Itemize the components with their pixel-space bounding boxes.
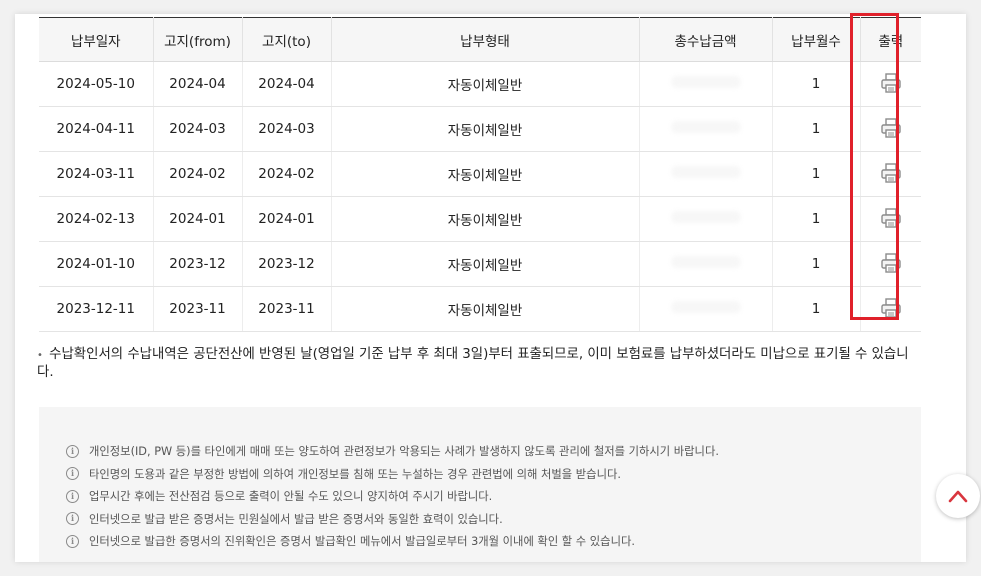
printer-icon	[880, 207, 902, 229]
cell-notice-to: 2024-04	[242, 61, 332, 107]
cell-notice-from: 2024-04	[153, 61, 243, 107]
info-circle-icon: i	[66, 444, 79, 458]
cell-notice-to: 2024-03	[242, 106, 332, 152]
printer-icon	[880, 72, 902, 94]
masked-amount	[670, 256, 741, 268]
cell-payment-date: 2024-02-13	[39, 196, 154, 242]
cell-total-amount	[639, 106, 773, 152]
cell-payment-type: 자동이체일반	[331, 151, 640, 197]
print-button[interactable]	[878, 115, 904, 141]
cell-notice-to: 2024-02	[242, 151, 332, 197]
cell-payment-type: 자동이체일반	[331, 61, 640, 107]
cell-payment-date: 2024-01-10	[39, 241, 154, 287]
cell-notice-to: 2024-01	[242, 196, 332, 242]
masked-amount	[670, 211, 741, 223]
info-item-text: 업무시간 후에는 전산점검 등으로 출력이 안될 수도 있으니 양지하여 주시기…	[89, 490, 493, 504]
cell-notice-from: 2024-02	[153, 151, 243, 197]
cell-print	[860, 241, 921, 287]
notice-text: • 수납확인서의 수납내역은 공단전산에 반영된 날(영업일 기준 납부 후 최…	[37, 346, 925, 381]
table-row: 2024-04-11 2024-03 2024-03 자동이체일반 1	[39, 106, 921, 152]
info-item: i 인터넷으로 발급 받은 증명서는 민원실에서 발급 받은 증명서와 동일한 효…	[66, 508, 719, 531]
printer-icon	[880, 252, 902, 274]
cell-payment-date: 2023-12-11	[39, 286, 154, 332]
cell-payment-type: 자동이체일반	[331, 241, 640, 287]
cell-notice-from: 2023-11	[153, 286, 243, 332]
masked-amount	[670, 121, 741, 133]
payment-history-table: 납부일자 고지(from) 고지(to) 납부형태 총수납금액 납부월수 출력 …	[39, 17, 921, 332]
cell-notice-from: 2024-01	[153, 196, 243, 242]
printer-icon	[880, 117, 902, 139]
printer-icon	[880, 162, 902, 184]
table-row: 2023-12-11 2023-11 2023-11 자동이체일반 1	[39, 286, 921, 332]
print-button[interactable]	[878, 160, 904, 186]
print-button[interactable]	[878, 205, 904, 231]
info-circle-icon: i	[66, 534, 79, 548]
table-row: 2024-05-10 2024-04 2024-04 자동이체일반 1	[39, 61, 921, 107]
info-item-text: 개인정보(ID, PW 등)를 타인에게 매매 또는 양도하여 관련정보가 악용…	[89, 445, 719, 459]
cell-payment-type: 자동이체일반	[331, 106, 640, 152]
header-total-amount: 총수납금액	[639, 17, 773, 62]
notice-bullet: •	[37, 350, 43, 361]
info-box: i 개인정보(ID, PW 등)를 타인에게 매매 또는 양도하여 관련정보가 악…	[39, 407, 921, 562]
cell-notice-to: 2023-11	[242, 286, 332, 332]
info-circle-icon: i	[66, 489, 79, 503]
cell-total-amount	[639, 241, 773, 287]
printer-icon	[880, 297, 902, 319]
cell-months: 1	[772, 106, 861, 152]
scroll-top-button[interactable]	[936, 474, 980, 518]
table-header-row: 납부일자 고지(from) 고지(to) 납부형태 총수납금액 납부월수 출력	[39, 17, 921, 62]
cell-total-amount	[639, 286, 773, 332]
header-notice-to: 고지(to)	[242, 17, 332, 62]
info-item: i 업무시간 후에는 전산점검 등으로 출력이 안될 수도 있으니 양지하여 주시…	[66, 485, 719, 508]
notice-message: 수납확인서의 수납내역은 공단전산에 반영된 날(영업일 기준 납부 후 최대 …	[37, 347, 909, 380]
cell-payment-type: 자동이체일반	[331, 286, 640, 332]
print-button[interactable]	[878, 250, 904, 276]
cell-payment-type: 자동이체일반	[331, 196, 640, 242]
cell-months: 1	[772, 196, 861, 242]
table-row: 2024-02-13 2024-01 2024-01 자동이체일반 1	[39, 196, 921, 242]
payment-history-panel: 납부일자 고지(from) 고지(to) 납부형태 총수납금액 납부월수 출력 …	[15, 14, 966, 562]
print-button[interactable]	[878, 295, 904, 321]
cell-payment-date: 2024-05-10	[39, 61, 154, 107]
header-payment-date: 납부일자	[39, 17, 154, 62]
info-item: i 개인정보(ID, PW 등)를 타인에게 매매 또는 양도하여 관련정보가 악…	[66, 440, 719, 463]
cell-total-amount	[639, 151, 773, 197]
masked-amount	[670, 301, 741, 313]
info-list: i 개인정보(ID, PW 등)를 타인에게 매매 또는 양도하여 관련정보가 악…	[66, 440, 719, 553]
info-circle-icon: i	[66, 467, 79, 481]
info-item-text: 인터넷으로 발급 받은 증명서는 민원실에서 발급 받은 증명서와 동일한 효력…	[89, 512, 503, 526]
cell-months: 1	[772, 61, 861, 107]
cell-print	[860, 106, 921, 152]
table-row: 2024-03-11 2024-02 2024-02 자동이체일반 1	[39, 151, 921, 197]
cell-payment-date: 2024-04-11	[39, 106, 154, 152]
info-item-text: 타인명의 도용과 같은 부정한 방법에 의하여 개인정보를 침해 또는 누설하는…	[89, 467, 621, 481]
cell-print	[860, 286, 921, 332]
info-item-text: 인터넷으로 발급한 증명서의 진위확인은 증명서 발급확인 메뉴에서 발급일로부…	[89, 535, 635, 549]
cell-months: 1	[772, 151, 861, 197]
cell-print	[860, 61, 921, 107]
cell-notice-from: 2023-12	[153, 241, 243, 287]
info-item: i 인터넷으로 발급한 증명서의 진위확인은 증명서 발급확인 메뉴에서 발급일로…	[66, 530, 719, 553]
chevron-up-icon	[948, 490, 968, 503]
table-row: 2024-01-10 2023-12 2023-12 자동이체일반 1	[39, 241, 921, 287]
info-circle-icon: i	[66, 512, 79, 526]
cell-payment-date: 2024-03-11	[39, 151, 154, 197]
info-item: i 타인명의 도용과 같은 부정한 방법에 의하여 개인정보를 침해 또는 누설하…	[66, 463, 719, 486]
cell-months: 1	[772, 286, 861, 332]
cell-print	[860, 151, 921, 197]
cell-notice-to: 2023-12	[242, 241, 332, 287]
cell-total-amount	[639, 196, 773, 242]
cell-months: 1	[772, 241, 861, 287]
cell-notice-from: 2024-03	[153, 106, 243, 152]
masked-amount	[670, 166, 741, 178]
header-notice-from: 고지(from)	[153, 17, 243, 62]
masked-amount	[670, 76, 741, 88]
header-months: 납부월수	[772, 17, 861, 62]
cell-print	[860, 196, 921, 242]
print-button[interactable]	[878, 70, 904, 96]
header-payment-type: 납부형태	[331, 17, 640, 62]
header-print: 출력	[860, 17, 921, 62]
cell-total-amount	[639, 61, 773, 107]
